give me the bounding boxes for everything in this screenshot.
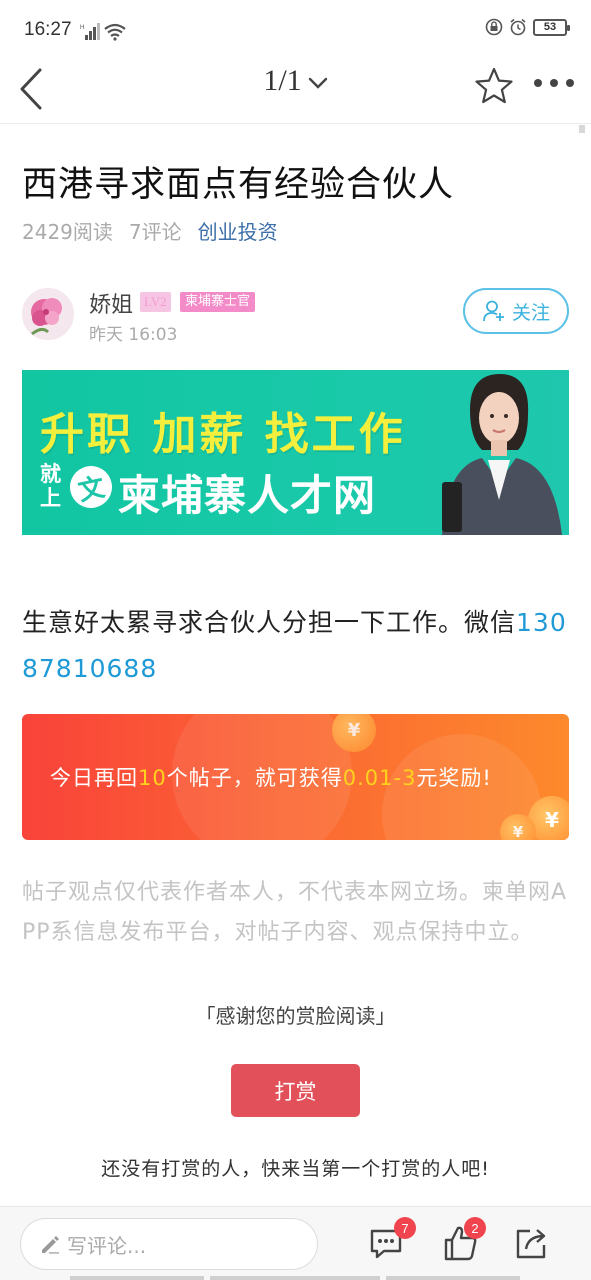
post-body-text: 生意好太累寻求合伙人分担一下工作。微信 [22,608,517,637]
signal-icon: H [80,23,100,40]
reward-amount: 0.01-3 [342,766,417,790]
status-time: 16:27 [24,19,72,40]
reward-count: 10 [138,766,167,790]
tip-button[interactable]: 打赏 [231,1064,360,1117]
thanks-text: 「感谢您的赏脸阅读」 [195,1004,396,1028]
wifi-icon [104,23,126,41]
comment-placeholder: 写评论... [67,1233,147,1258]
coin-symbol: ¥ [347,719,361,741]
banner-slogan: 升职 加薪 找工作 [40,409,406,460]
author-name[interactable]: 娇姐 [89,287,133,319]
battery-level: 53 [543,21,557,33]
coin-icon: ¥ [332,714,376,752]
pencil-icon [42,1236,59,1254]
coin-symbol: ¥ [512,823,524,840]
reward-middle: 个帖子，就可获得 [166,766,343,790]
home-indicator [70,1276,204,1280]
like-count-badge: 2 [464,1217,486,1239]
reward-text: 今日再回10个帖子，就可获得0.01-3元奖励! [50,762,492,792]
avatar[interactable] [22,288,74,340]
follow-label: 关注 [511,301,550,324]
star-icon[interactable] [474,66,514,106]
like-badge-value: 2 [471,1220,479,1236]
article-title: 西港寻求面点有经验合伙人 [22,165,455,205]
status-right-icons: 53 [485,18,570,36]
coin-symbol: ¥ [545,808,559,832]
home-indicator [210,1276,380,1280]
status-left-icons: H [80,19,126,41]
share-icon[interactable] [512,1223,552,1263]
category-link[interactable]: 创业投资 [198,216,278,245]
no-tippers-text: 还没有打赏的人，快来当第一个打赏的人吧! [101,1158,490,1180]
svg-text:H: H [80,25,84,31]
reward-suffix: 元奖励! [416,766,492,790]
disclaimer: 帖子观点仅代表作者本人，不代表本网立场。柬单网APP系信息发布平台，对帖子内容、… [22,880,568,945]
level-badge: LV2 [140,292,171,312]
tip-button-label: 打赏 [274,1079,317,1104]
nav-bar: 1/1 [0,58,591,124]
read-count: 2429阅读 [22,220,113,244]
lock-rotation-icon [485,18,503,36]
businesswoman-image [442,374,562,535]
scroll-indicator [579,125,585,133]
follow-button[interactable]: 关注 [463,288,569,334]
comment-input[interactable]: 写评论... [20,1218,318,1270]
bottom-bar: 写评论... 7 2 [0,1206,591,1280]
comment-count-badge: 7 [394,1217,416,1239]
title-badge: 柬埔寨士官 [180,292,256,312]
add-user-icon [483,300,504,322]
banner-brand: 柬埔寨人才网 [118,471,377,520]
post-body: 生意好太累寻求合伙人分担一下工作。微信13087810688 [22,600,572,692]
comment-badge-value: 7 [401,1220,409,1236]
ad-banner[interactable]: 升职 加薪 找工作 就上 文 柬埔寨人才网 [22,370,569,535]
home-indicator [386,1276,520,1280]
comment-count: 7评论 [128,220,182,244]
alarm-icon [510,18,526,36]
flower-avatar-icon [22,288,74,340]
post-time: 昨天 16:03 [89,325,178,345]
reward-prefix: 今日再回 [50,766,138,790]
chevron-down-icon [308,77,327,89]
page-indicator-label: 1/1 [263,64,302,97]
banner-logo-char: 文 [75,472,108,507]
battery-icon: 53 [533,18,570,36]
reward-banner[interactable]: ¥ ¥ ¥ 今日再回10个帖子，就可获得0.01-3元奖励! [22,714,569,840]
banner-logo-icon: 文 [66,462,116,512]
more-icon[interactable] [532,76,576,90]
banner-jiu-shang: 就上 [40,462,61,510]
article-meta: 2429阅读 7评论 创业投资 [22,216,278,245]
status-bar: 16:27 H 53 [0,0,591,58]
